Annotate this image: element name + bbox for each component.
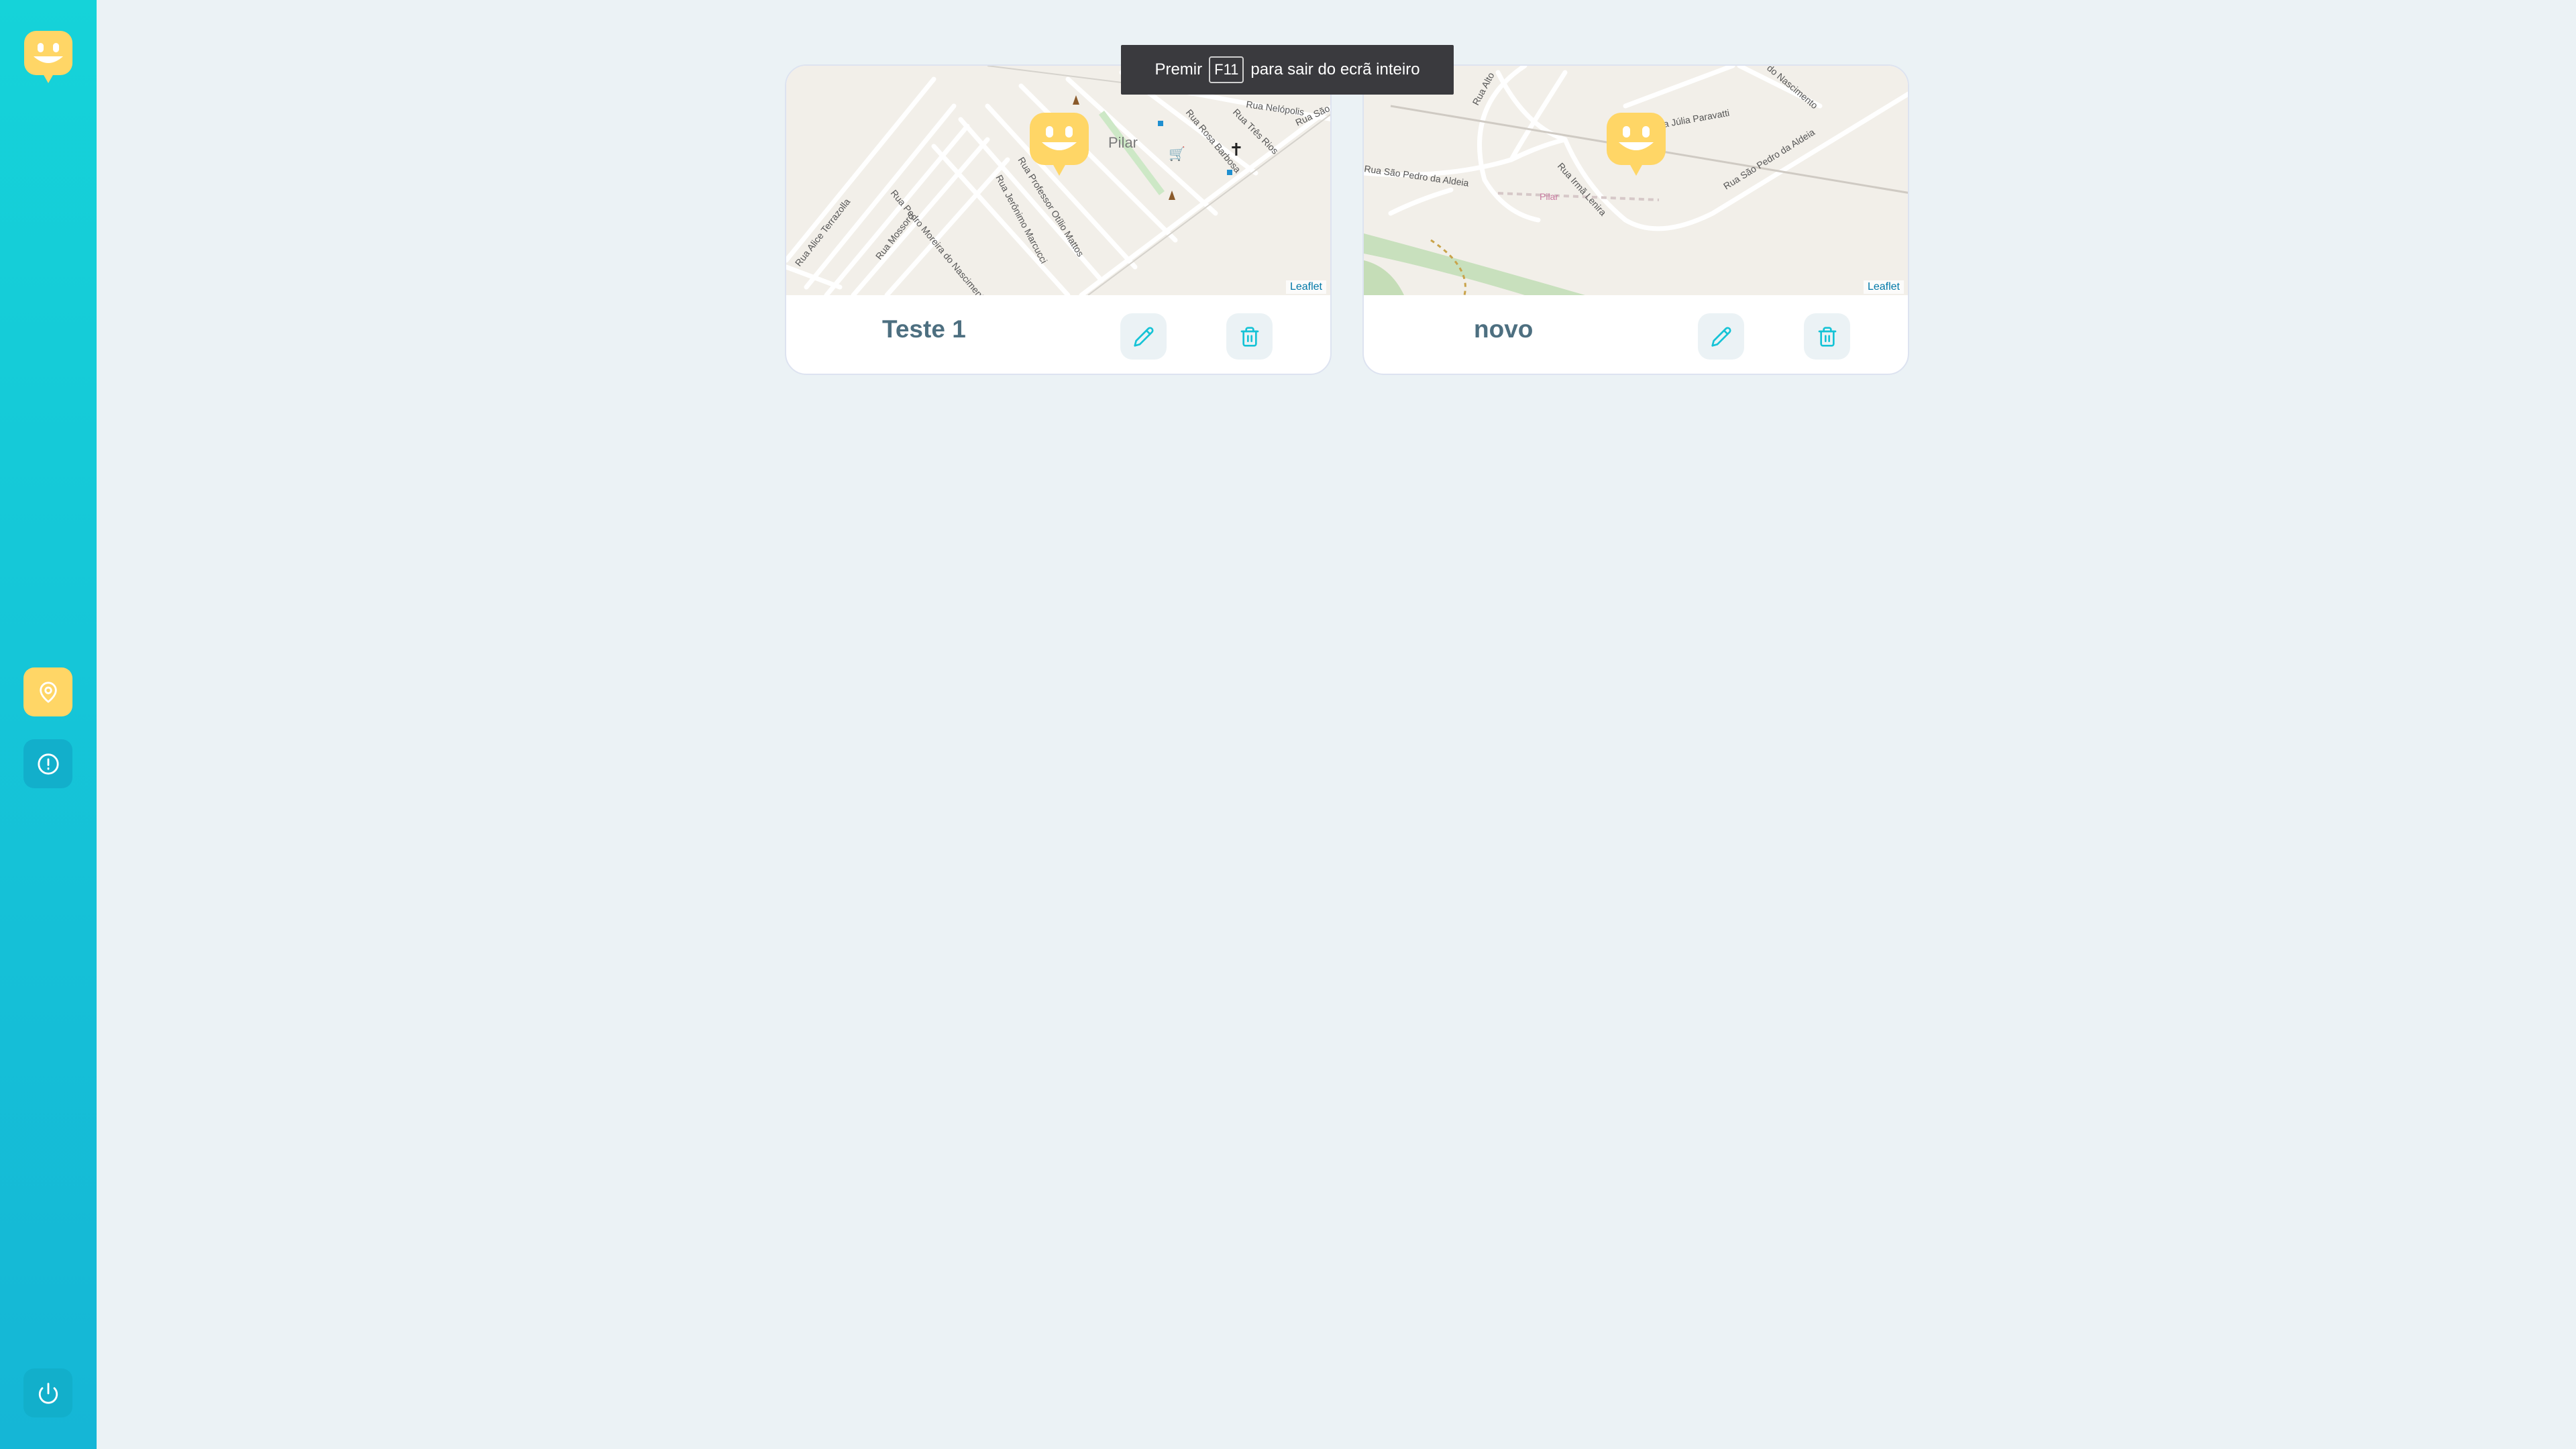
card-footer: novo: [1364, 295, 1908, 374]
toast-prefix: Premir: [1155, 60, 1203, 78]
orphanage-card: Pilar Rua Alice Terrazolla Rua Pedro Mor…: [785, 64, 1332, 375]
info-icon: [37, 753, 59, 775]
fullscreen-toast: Premir F11 para sair do ecrã inteiro: [1121, 45, 1454, 95]
logout-button[interactable]: [23, 1368, 72, 1417]
sidebar: [0, 0, 97, 1449]
map-label: Pilar: [1540, 191, 1558, 202]
map-attribution[interactable]: Leaflet: [1285, 280, 1326, 294]
map-preview[interactable]: Rua São Pedro da Aldeia Rua Júlia Parava…: [1364, 66, 1908, 295]
orphanage-card: Rua São Pedro da Aldeia Rua Júlia Parava…: [1362, 64, 1909, 375]
card-title: novo: [1474, 315, 1534, 343]
nav-info-button[interactable]: [23, 739, 72, 788]
map-label: Pilar: [1108, 134, 1138, 151]
toast-suffix: para sair do ecrã inteiro: [1250, 60, 1420, 78]
card-title: Teste 1: [882, 315, 966, 343]
trash-icon: [1818, 326, 1836, 347]
nav-map-button[interactable]: [23, 667, 72, 716]
happy-balloon-marker-icon[interactable]: [1607, 113, 1666, 180]
pencil-icon: [1133, 326, 1154, 347]
pencil-icon: [1711, 326, 1731, 347]
toast-key: F11: [1209, 56, 1244, 83]
power-icon: [38, 1382, 58, 1404]
edit-button[interactable]: [1698, 313, 1744, 360]
map-attribution[interactable]: Leaflet: [1863, 280, 1904, 294]
trash-icon: [1240, 326, 1258, 347]
svg-text:✝: ✝: [1229, 140, 1244, 160]
edit-button[interactable]: [1120, 313, 1167, 360]
map-preview[interactable]: Pilar Rua Alice Terrazolla Rua Pedro Mor…: [786, 66, 1330, 295]
delete-button[interactable]: [1804, 313, 1850, 360]
map-pin-icon: [39, 681, 57, 703]
happy-balloon-marker-icon[interactable]: [1030, 113, 1089, 180]
happy-balloon-logo-icon[interactable]: [24, 31, 72, 87]
delete-button[interactable]: [1226, 313, 1273, 360]
svg-text:🛒: 🛒: [1169, 146, 1185, 162]
card-footer: Teste 1: [786, 295, 1330, 374]
